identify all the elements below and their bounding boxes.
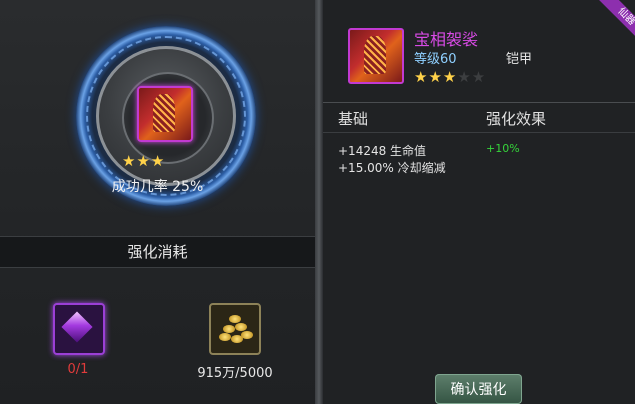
gold-count: 915万/5000 <box>197 366 273 381</box>
item-stars: ★★★★★ <box>414 68 487 86</box>
divider <box>323 102 635 103</box>
purple-gem-icon[interactable] <box>53 303 105 355</box>
item-level: 等级60 <box>414 52 457 67</box>
armor-icon[interactable] <box>137 86 193 142</box>
armor-icon <box>348 28 404 84</box>
cost-title: 强化消耗 <box>0 236 315 268</box>
quality-ribbon: 仙器 <box>595 0 635 40</box>
item-stars: ★★★ <box>122 152 166 170</box>
header-base: 基础 <box>338 110 369 128</box>
gem-count: 0/1 <box>67 362 89 377</box>
divider <box>315 0 323 404</box>
success-rate: 成功几率 25% <box>111 179 204 195</box>
gold-coins-icon[interactable] <box>209 303 261 355</box>
stat-line: +15.00% 冷却缩减 <box>338 161 446 175</box>
item-type: 铠甲 <box>506 52 533 67</box>
confirm-enhance-button[interactable]: 确认强化 <box>435 374 522 404</box>
header-effect: 强化效果 <box>486 110 547 128</box>
item-name: 宝相袈裟 <box>414 30 479 49</box>
enhance-bonus: +10% <box>486 142 520 155</box>
stat-line: +14248 生命值 <box>338 144 427 158</box>
divider <box>323 132 635 133</box>
